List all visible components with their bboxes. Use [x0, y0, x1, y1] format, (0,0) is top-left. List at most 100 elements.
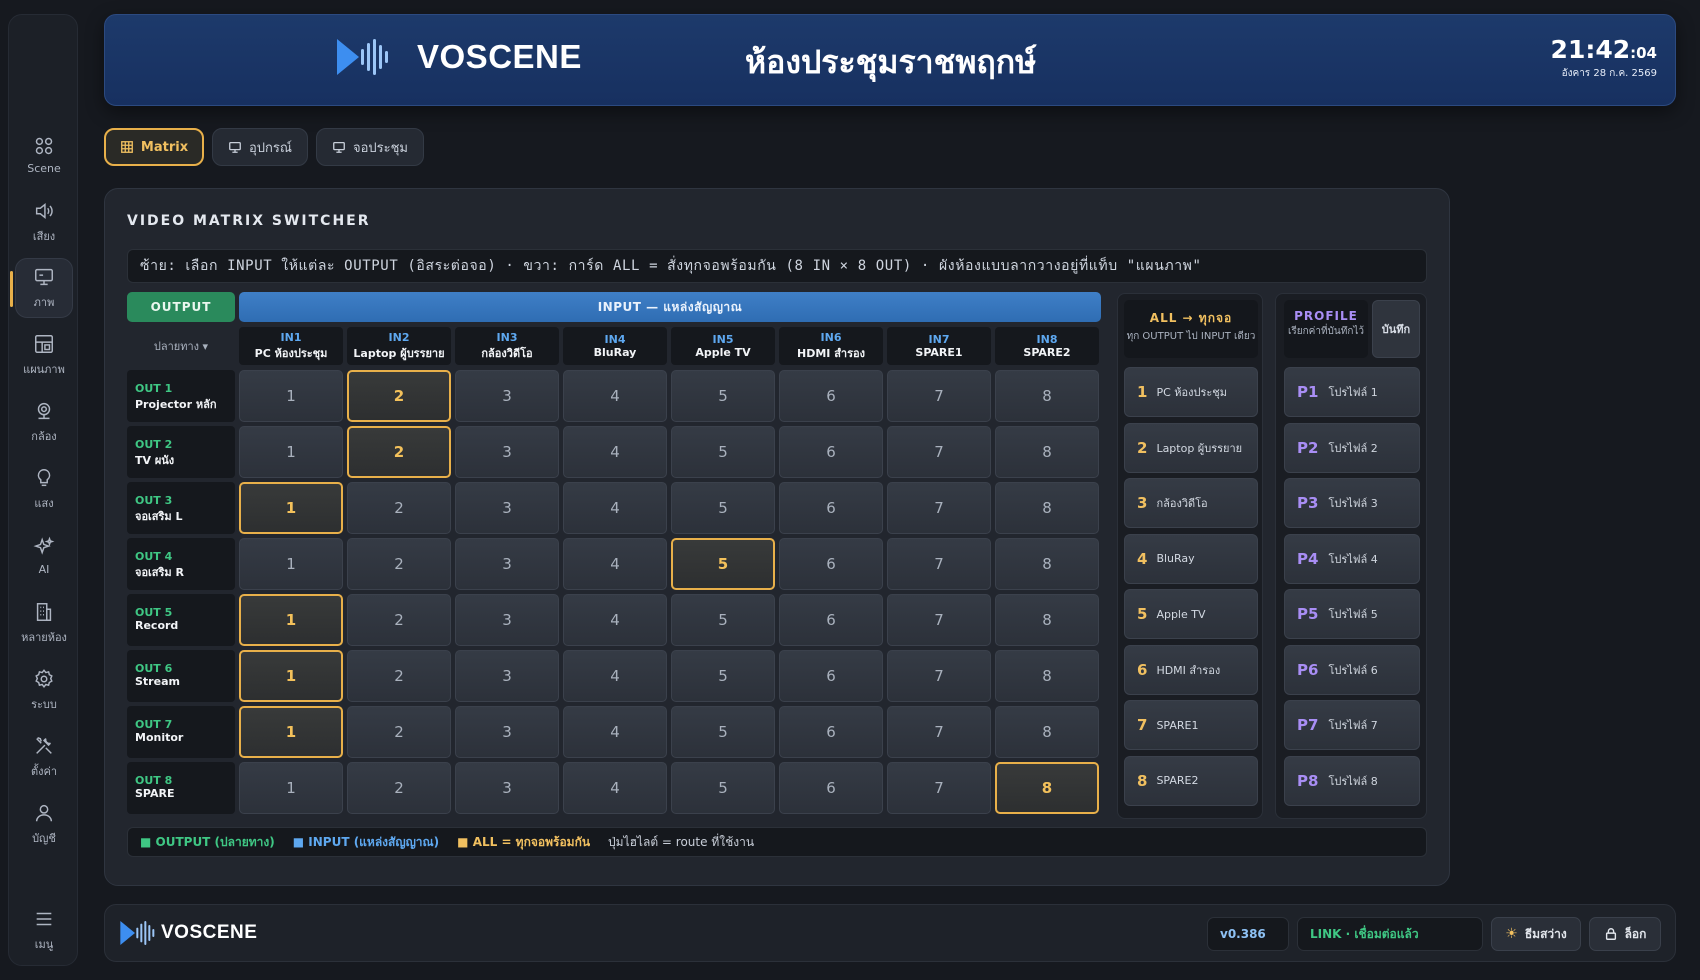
- matrix-cell[interactable]: 3: [455, 426, 559, 478]
- matrix-cell[interactable]: 4: [563, 762, 667, 814]
- matrix-cell[interactable]: 5: [671, 482, 775, 534]
- destination-dropdown[interactable]: ปลายทาง ▾: [127, 327, 235, 365]
- matrix-cell[interactable]: 7: [887, 594, 991, 646]
- matrix-cell[interactable]: 3: [455, 706, 559, 758]
- lock-button[interactable]: ล็อก: [1589, 917, 1661, 951]
- all-route-button[interactable]: 8 SPARE2: [1124, 755, 1258, 806]
- matrix-cell[interactable]: 8: [995, 370, 1099, 422]
- sidebar-item-settings[interactable]: ตั้งค่า: [15, 727, 73, 787]
- profile-button[interactable]: P7 โปรไฟล์ 7: [1284, 700, 1420, 750]
- sidebar-item-audio[interactable]: เสียง: [15, 192, 73, 252]
- matrix-cell[interactable]: 7: [887, 650, 991, 702]
- matrix-cell[interactable]: 6: [779, 594, 883, 646]
- matrix-cell[interactable]: 3: [455, 482, 559, 534]
- matrix-cell[interactable]: 8: [995, 650, 1099, 702]
- matrix-cell[interactable]: 4: [563, 650, 667, 702]
- tab-meeting-screen[interactable]: จอประชุม: [316, 128, 424, 166]
- sidebar-item-system[interactable]: ระบบ: [15, 660, 73, 720]
- matrix-cell[interactable]: 3: [455, 370, 559, 422]
- sidebar-item-scene[interactable]: Scene: [15, 125, 73, 185]
- save-profile-button[interactable]: บันทึก: [1372, 300, 1420, 358]
- matrix-cell[interactable]: 6: [779, 426, 883, 478]
- sidebar-item-camera[interactable]: กล้อง: [15, 392, 73, 452]
- matrix-cell[interactable]: 2: [347, 370, 451, 422]
- matrix-cell[interactable]: 2: [347, 594, 451, 646]
- tab-matrix[interactable]: Matrix: [104, 128, 204, 166]
- matrix-cell[interactable]: 5: [671, 538, 775, 590]
- profile-button[interactable]: P1 โปรไฟล์ 1: [1284, 367, 1420, 417]
- matrix-cell[interactable]: 8: [995, 706, 1099, 758]
- matrix-cell[interactable]: 1: [239, 482, 343, 534]
- matrix-cell[interactable]: 1: [239, 762, 343, 814]
- profile-button[interactable]: P3 โปรไฟล์ 3: [1284, 478, 1420, 528]
- matrix-cell[interactable]: 3: [455, 538, 559, 590]
- matrix-cell[interactable]: 6: [779, 538, 883, 590]
- matrix-cell[interactable]: 3: [455, 762, 559, 814]
- matrix-cell[interactable]: 5: [671, 762, 775, 814]
- matrix-cell[interactable]: 1: [239, 426, 343, 478]
- matrix-cell[interactable]: 4: [563, 482, 667, 534]
- matrix-cell[interactable]: 4: [563, 426, 667, 478]
- matrix-cell[interactable]: 4: [563, 706, 667, 758]
- all-route-button[interactable]: 4 BluRay: [1124, 533, 1258, 584]
- matrix-cell[interactable]: 2: [347, 762, 451, 814]
- matrix-cell[interactable]: 2: [347, 650, 451, 702]
- sidebar-item-ai[interactable]: AI: [15, 526, 73, 586]
- matrix-cell[interactable]: 2: [347, 482, 451, 534]
- matrix-cell[interactable]: 3: [455, 594, 559, 646]
- sidebar-item-multiroom[interactable]: หลายห้อง: [15, 593, 73, 653]
- matrix-cell[interactable]: 8: [995, 538, 1099, 590]
- tab-devices[interactable]: อุปกรณ์: [212, 128, 308, 166]
- matrix-cell[interactable]: 6: [779, 650, 883, 702]
- matrix-cell[interactable]: 7: [887, 482, 991, 534]
- profile-button[interactable]: P4 โปรไฟล์ 4: [1284, 533, 1420, 584]
- matrix-cell[interactable]: 2: [347, 538, 451, 590]
- matrix-cell[interactable]: 5: [671, 706, 775, 758]
- matrix-cell[interactable]: 1: [239, 706, 343, 758]
- matrix-cell[interactable]: 7: [887, 762, 991, 814]
- matrix-cell[interactable]: 1: [239, 650, 343, 702]
- matrix-cell[interactable]: 5: [671, 370, 775, 422]
- sidebar-item-account[interactable]: บัญชี: [15, 794, 73, 854]
- profile-button[interactable]: P2 โปรไฟล์ 2: [1284, 422, 1420, 473]
- matrix-cell[interactable]: 6: [779, 482, 883, 534]
- profile-button[interactable]: P5 โปรไฟล์ 5: [1284, 589, 1420, 639]
- all-route-button[interactable]: 5 Apple TV: [1124, 589, 1258, 639]
- all-route-button[interactable]: 7 SPARE1: [1124, 700, 1258, 750]
- matrix-cell[interactable]: 2: [347, 426, 451, 478]
- matrix-cell[interactable]: 8: [995, 426, 1099, 478]
- sidebar-menu-button[interactable]: เมนู: [15, 900, 73, 960]
- matrix-cell[interactable]: 7: [887, 706, 991, 758]
- output-label: OUT 5 Record: [127, 594, 235, 646]
- matrix-cell[interactable]: 7: [887, 538, 991, 590]
- matrix-cell[interactable]: 1: [239, 538, 343, 590]
- matrix-cell[interactable]: 4: [563, 538, 667, 590]
- matrix-cell[interactable]: 4: [563, 370, 667, 422]
- matrix-cell[interactable]: 8: [995, 594, 1099, 646]
- sidebar-item-lighting[interactable]: แสง: [15, 459, 73, 519]
- matrix-cell[interactable]: 8: [995, 482, 1099, 534]
- matrix-cell[interactable]: 8: [995, 762, 1099, 814]
- matrix-cell[interactable]: 7: [887, 426, 991, 478]
- sidebar-item-diagram[interactable]: แผนภาพ: [15, 325, 73, 385]
- matrix-cell[interactable]: 3: [455, 650, 559, 702]
- matrix-cell[interactable]: 2: [347, 706, 451, 758]
- matrix-cell[interactable]: 1: [239, 370, 343, 422]
- profile-button[interactable]: P6 โปรไฟล์ 6: [1284, 644, 1420, 695]
- all-route-button[interactable]: 2 Laptop ผู้บรรยาย: [1124, 422, 1258, 473]
- matrix-cell[interactable]: 5: [671, 426, 775, 478]
- matrix-cell[interactable]: 6: [779, 370, 883, 422]
- matrix-cell[interactable]: 6: [779, 762, 883, 814]
- sidebar-item-video[interactable]: ภาพ: [10, 258, 73, 318]
- profile-button[interactable]: P8 โปรไฟล์ 8: [1284, 755, 1420, 806]
- matrix-cell[interactable]: 4: [563, 594, 667, 646]
- all-route-button[interactable]: 3 กล้องวิดีโอ: [1124, 478, 1258, 528]
- matrix-cell[interactable]: 7: [887, 370, 991, 422]
- matrix-cell[interactable]: 5: [671, 594, 775, 646]
- all-route-button[interactable]: 1 PC ห้องประชุม: [1124, 367, 1258, 417]
- all-route-button[interactable]: 6 HDMI สำรอง: [1124, 644, 1258, 695]
- matrix-cell[interactable]: 5: [671, 650, 775, 702]
- theme-toggle-button[interactable]: ☀ ธีมสว่าง: [1491, 917, 1581, 951]
- matrix-cell[interactable]: 6: [779, 706, 883, 758]
- matrix-cell[interactable]: 1: [239, 594, 343, 646]
